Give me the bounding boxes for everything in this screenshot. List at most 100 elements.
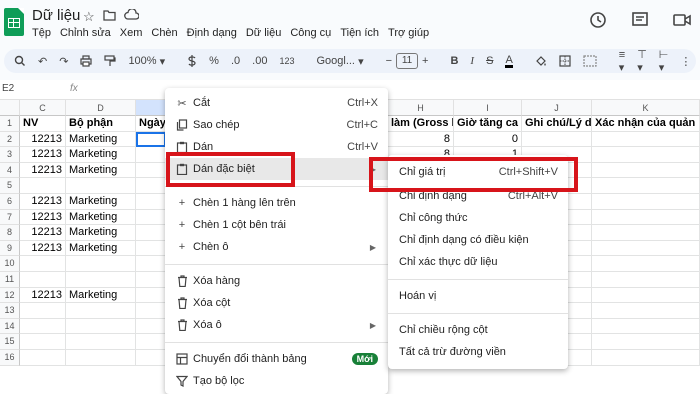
date-cell[interactable] xyxy=(136,318,166,335)
department-cell[interactable] xyxy=(66,350,136,366)
menu-item-cut[interactable]: ✂ Cắt Ctrl+X xyxy=(165,92,388,114)
header-cell-date[interactable]: Ngày xyxy=(136,116,166,132)
horizontal-align-icon[interactable]: ≡ ▾ xyxy=(619,49,625,74)
meet-icon[interactable] xyxy=(672,10,692,35)
column-header-i[interactable]: I xyxy=(454,100,522,116)
selected-cell[interactable] xyxy=(136,131,166,148)
menu-item-insert-column-left[interactable]: + Chèn 1 cột bên trái xyxy=(165,214,388,236)
row-header[interactable]: 4 xyxy=(0,162,20,179)
department-cell[interactable]: Marketing xyxy=(66,194,136,210)
employee-id-cell[interactable]: 12213 xyxy=(20,194,66,210)
approval-cell[interactable] xyxy=(592,318,700,335)
employee-id-cell[interactable]: 12213 xyxy=(20,287,66,304)
department-cell[interactable]: Marketing xyxy=(66,225,136,241)
employee-id-cell[interactable] xyxy=(20,334,66,350)
menu-extensions[interactable]: Tiện ích xyxy=(340,27,379,39)
approval-cell[interactable] xyxy=(592,147,700,163)
more-options-icon[interactable]: ⋮ xyxy=(680,55,691,68)
approval-cell[interactable] xyxy=(592,256,700,272)
menu-tools[interactable]: Công cụ xyxy=(290,27,331,39)
move-folder-icon[interactable] xyxy=(103,9,116,25)
department-cell[interactable] xyxy=(66,303,136,319)
approval-cell[interactable] xyxy=(592,225,700,241)
header-cell-department[interactable]: Bộ phận xyxy=(66,116,136,132)
zoom-select[interactable]: 100% ▾ xyxy=(128,55,165,68)
column-header-e[interactable] xyxy=(136,100,166,116)
submenu-item-all-except-borders[interactable]: Tất cả trừ đường viền xyxy=(388,341,568,363)
date-cell[interactable] xyxy=(136,256,166,272)
comments-icon[interactable] xyxy=(630,10,650,35)
sheets-logo-icon[interactable] xyxy=(4,8,24,36)
row-header[interactable]: 10 xyxy=(0,256,20,272)
row-header[interactable]: 1 xyxy=(0,116,20,132)
submenu-item-data-validation-only[interactable]: Chỉ xác thực dữ liệu xyxy=(388,251,568,273)
header-cell-gross-hours[interactable]: làm (Gross h xyxy=(388,116,454,132)
employee-id-cell[interactable] xyxy=(20,272,66,288)
menu-item-create-filter[interactable]: Tạo bộ lọc xyxy=(165,370,388,392)
department-cell[interactable] xyxy=(66,318,136,335)
department-cell[interactable]: Marketing xyxy=(66,147,136,163)
date-cell[interactable] xyxy=(136,225,166,241)
date-cell[interactable] xyxy=(136,147,166,163)
column-header-c[interactable]: C xyxy=(20,100,66,116)
employee-id-cell[interactable] xyxy=(20,178,66,194)
menu-item-delete-cells[interactable]: Xóa ô ▶ xyxy=(165,314,388,336)
department-cell[interactable]: Marketing xyxy=(66,131,136,148)
row-header[interactable]: 11 xyxy=(0,272,20,288)
gross-hours-cell[interactable]: 8 xyxy=(388,131,454,148)
department-cell[interactable]: Marketing xyxy=(66,287,136,304)
approval-cell[interactable] xyxy=(592,131,700,148)
row-header[interactable]: 16 xyxy=(0,350,20,366)
column-header-h[interactable]: H xyxy=(388,100,454,116)
notes-cell[interactable] xyxy=(522,131,592,148)
menu-item-insert-row-above[interactable]: + Chèn 1 hàng lên trên xyxy=(165,192,388,214)
approval-cell[interactable] xyxy=(592,240,700,257)
cloud-status-icon[interactable] xyxy=(123,8,140,25)
decrease-font-size-icon[interactable]: − xyxy=(386,55,392,67)
approval-cell[interactable] xyxy=(592,303,700,319)
date-cell[interactable] xyxy=(136,287,166,304)
submenu-item-conditional-format-only[interactable]: Chỉ định dạng có điều kiện xyxy=(388,229,568,251)
increase-font-size-icon[interactable]: + xyxy=(422,55,428,67)
menu-item-insert-cells[interactable]: + Chèn ô ▶ xyxy=(165,236,388,258)
department-cell[interactable] xyxy=(66,272,136,288)
employee-id-cell[interactable]: 12213 xyxy=(20,147,66,163)
menu-help[interactable]: Trợ giúp xyxy=(388,27,429,39)
date-cell[interactable] xyxy=(136,194,166,210)
font-size-input[interactable]: 11 xyxy=(396,53,419,69)
date-cell[interactable] xyxy=(136,272,166,288)
employee-id-cell[interactable]: 12213 xyxy=(20,131,66,148)
star-icon[interactable]: ☆ xyxy=(83,9,95,25)
font-select[interactable]: Googl... ▾ xyxy=(316,55,363,68)
department-cell[interactable]: Marketing xyxy=(66,162,136,179)
row-header[interactable]: 3 xyxy=(0,147,20,163)
vertical-align-icon[interactable]: ⊤ ▾ xyxy=(637,48,647,74)
document-title[interactable]: Dữ liệu xyxy=(32,7,80,24)
row-header[interactable]: 6 xyxy=(0,194,20,210)
paint-format-icon[interactable] xyxy=(104,55,117,67)
employee-id-cell[interactable]: 12213 xyxy=(20,209,66,226)
undo-icon[interactable]: ↶ xyxy=(38,55,47,68)
increase-decimal-button[interactable]: .00 xyxy=(252,55,267,67)
menu-edit[interactable]: Chỉnh sửa xyxy=(60,27,111,39)
bold-icon[interactable]: B xyxy=(450,55,458,67)
row-header[interactable]: 15 xyxy=(0,334,20,350)
menu-file[interactable]: Tệp xyxy=(32,27,51,39)
approval-cell[interactable] xyxy=(592,194,700,210)
column-header-corner[interactable] xyxy=(0,100,20,116)
text-wrap-icon[interactable]: ⊢ ▾ xyxy=(659,48,669,74)
date-cell[interactable] xyxy=(136,209,166,226)
submenu-item-column-width-only[interactable]: Chỉ chiều rộng cột xyxy=(388,319,568,341)
search-menus-icon[interactable] xyxy=(14,55,26,67)
approval-cell[interactable] xyxy=(592,162,700,179)
employee-id-cell[interactable]: 12213 xyxy=(20,225,66,241)
approval-cell[interactable] xyxy=(592,272,700,288)
row-header[interactable]: 2 xyxy=(0,131,20,148)
approval-cell[interactable] xyxy=(592,287,700,304)
row-header[interactable]: 7 xyxy=(0,209,20,226)
name-box[interactable]: E2 xyxy=(0,83,40,94)
approval-cell[interactable] xyxy=(592,350,700,366)
history-icon[interactable] xyxy=(588,10,608,35)
italic-icon[interactable]: I xyxy=(470,55,474,67)
row-header[interactable]: 12 xyxy=(0,287,20,304)
